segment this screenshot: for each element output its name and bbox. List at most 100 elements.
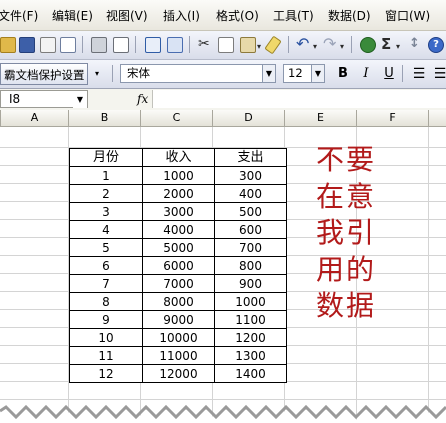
column-header-f[interactable]: F xyxy=(357,110,429,127)
align-left-icon[interactable]: ☰ xyxy=(410,65,428,83)
cell-income[interactable]: 5000 xyxy=(142,238,215,257)
document-protection-button[interactable]: 霸文档保护设置 xyxy=(0,63,88,85)
grid-line xyxy=(428,127,429,423)
sort-icon[interactable]: ↕ xyxy=(409,36,420,52)
cell-expense[interactable]: 600 xyxy=(214,220,287,239)
cell-income[interactable]: 2000 xyxy=(142,184,215,203)
formula-input[interactable] xyxy=(152,90,446,108)
cell-month[interactable]: 6 xyxy=(69,256,143,275)
cell-month[interactable]: 9 xyxy=(69,310,143,329)
cell-month[interactable]: 7 xyxy=(69,274,143,293)
autosum-icon[interactable]: Σ xyxy=(381,36,391,52)
font-name-combo[interactable]: 宋体 ▼ xyxy=(120,64,276,83)
help-icon[interactable]: ? xyxy=(428,37,444,53)
toolbar-separator xyxy=(402,65,403,82)
menu-tools[interactable]: 工具(T) xyxy=(273,7,314,24)
permission-icon[interactable] xyxy=(40,37,56,53)
print-preview-icon[interactable] xyxy=(113,37,129,53)
name-box-dropdown-icon[interactable]: ▼ xyxy=(73,91,87,108)
save-icon[interactable] xyxy=(19,37,35,53)
column-header-e[interactable]: E xyxy=(285,110,357,127)
cell-income[interactable]: 7000 xyxy=(142,274,215,293)
protection-dropdown-icon[interactable]: ▾ xyxy=(92,66,102,82)
underline-button[interactable]: U xyxy=(380,65,398,83)
column-header-a[interactable]: A xyxy=(1,110,69,127)
hyperlink-icon[interactable] xyxy=(360,37,376,53)
menu-view[interactable]: 视图(V) xyxy=(106,7,148,24)
bold-button[interactable]: B xyxy=(334,65,352,83)
open-icon[interactable] xyxy=(0,37,16,53)
menu-edit[interactable]: 编辑(E) xyxy=(52,7,93,24)
cell-month[interactable]: 8 xyxy=(69,292,143,311)
font-size-dropdown-icon[interactable]: ▼ xyxy=(311,65,324,82)
redo-dropdown-icon[interactable]: ▾ xyxy=(340,39,344,55)
cell-month[interactable]: 11 xyxy=(69,346,143,365)
format-painter-icon[interactable] xyxy=(264,35,282,55)
cell-expense[interactable]: 1300 xyxy=(214,346,287,365)
copy-icon[interactable] xyxy=(218,37,234,53)
cell-income[interactable]: 4000 xyxy=(142,220,215,239)
standard-toolbar: ✂ ▾ ↶ ▾ ↷ ▾ Σ ▾ ↕ ? xyxy=(0,31,446,60)
cell-expense[interactable]: 1400 xyxy=(214,364,287,383)
autosum-dropdown-icon[interactable]: ▾ xyxy=(396,39,400,55)
spelling-icon[interactable] xyxy=(145,37,161,53)
cell-income[interactable]: 10000 xyxy=(142,328,215,347)
header-cell-income[interactable]: 收入 xyxy=(142,148,215,167)
column-header-g[interactable] xyxy=(429,110,446,127)
name-box-value: I8 xyxy=(9,92,21,106)
formatting-toolbar: 霸文档保护设置 ▾ 宋体 ▼ 12 ▼ B I U ☰ ☰ xyxy=(0,60,446,89)
cell-expense[interactable]: 800 xyxy=(214,256,287,275)
cell-month[interactable]: 12 xyxy=(69,364,143,383)
redo-icon[interactable]: ↷ xyxy=(323,36,336,52)
name-box[interactable]: I8 ▼ xyxy=(0,90,88,108)
cell-income[interactable]: 6000 xyxy=(142,256,215,275)
cell-expense[interactable]: 300 xyxy=(214,166,287,185)
column-header-c[interactable]: C xyxy=(141,110,213,127)
cell-expense[interactable]: 500 xyxy=(214,202,287,221)
font-size-value: 12 xyxy=(288,66,303,80)
cell-month[interactable]: 5 xyxy=(69,238,143,257)
column-header-b[interactable]: B xyxy=(69,110,141,127)
red-annotation-text: 不要在意我引用的数据 xyxy=(316,143,377,322)
undo-dropdown-icon[interactable]: ▾ xyxy=(313,39,317,55)
cell-income[interactable]: 3000 xyxy=(142,202,215,221)
align-center-icon[interactable]: ☰ xyxy=(431,65,446,83)
undo-icon[interactable]: ↶ xyxy=(296,36,309,52)
header-cell-month[interactable]: 月份 xyxy=(69,148,143,167)
menu-insert[interactable]: 插入(I) xyxy=(163,7,200,24)
header-cell-expense[interactable]: 支出 xyxy=(214,148,287,167)
email-icon[interactable] xyxy=(60,37,76,53)
cell-month[interactable]: 3 xyxy=(69,202,143,221)
menu-data[interactable]: 数据(D) xyxy=(328,7,371,24)
font-name-dropdown-icon[interactable]: ▼ xyxy=(262,65,275,82)
cell-expense[interactable]: 400 xyxy=(214,184,287,203)
menu-window[interactable]: 窗口(W) xyxy=(385,7,430,24)
italic-button[interactable]: I xyxy=(357,65,375,83)
research-icon[interactable] xyxy=(167,37,183,53)
cell-expense[interactable]: 700 xyxy=(214,238,287,257)
menu-file[interactable]: 文件(F) xyxy=(0,7,38,24)
font-size-combo[interactable]: 12 ▼ xyxy=(283,64,325,83)
cell-expense[interactable]: 900 xyxy=(214,274,287,293)
table-row: 3 3000 500 xyxy=(69,202,287,221)
cut-icon[interactable]: ✂ xyxy=(198,36,210,52)
menu-format[interactable]: 格式(O) xyxy=(216,7,259,24)
cell-month[interactable]: 1 xyxy=(69,166,143,185)
cell-month[interactable]: 2 xyxy=(69,184,143,203)
cell-expense[interactable]: 1200 xyxy=(214,328,287,347)
cell-expense[interactable]: 1100 xyxy=(214,310,287,329)
cell-income[interactable]: 8000 xyxy=(142,292,215,311)
insert-function-icon[interactable]: fx xyxy=(137,92,148,106)
table-row: 4 4000 600 xyxy=(69,220,287,239)
print-icon[interactable] xyxy=(91,37,107,53)
paste-icon[interactable] xyxy=(240,37,256,53)
cell-income[interactable]: 11000 xyxy=(142,346,215,365)
cell-income[interactable]: 1000 xyxy=(142,166,215,185)
cell-month[interactable]: 10 xyxy=(69,328,143,347)
cell-income[interactable]: 12000 xyxy=(142,364,215,383)
cell-expense[interactable]: 1000 xyxy=(214,292,287,311)
cell-income[interactable]: 9000 xyxy=(142,310,215,329)
paste-dropdown-icon[interactable]: ▾ xyxy=(257,39,261,55)
cell-month[interactable]: 4 xyxy=(69,220,143,239)
column-header-d[interactable]: D xyxy=(213,110,285,127)
